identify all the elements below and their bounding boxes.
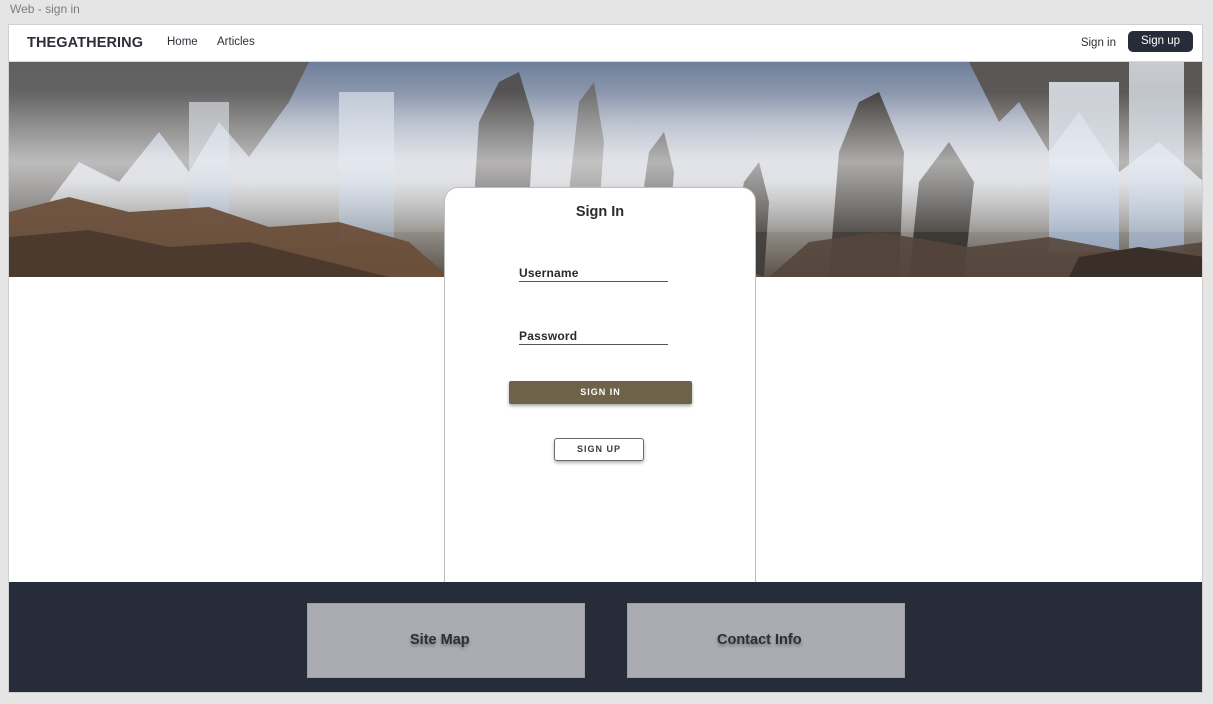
- sign-in-button[interactable]: SIGN IN: [509, 381, 692, 404]
- sign-up-button[interactable]: SIGN UP: [554, 438, 644, 461]
- footer-contact-info-label: Contact Info: [717, 632, 802, 648]
- nav-sign-in-link[interactable]: Sign in: [1081, 37, 1116, 49]
- page-footer: Site Map Contact Info: [9, 582, 1202, 692]
- username-field[interactable]: Username: [519, 264, 668, 282]
- footer-site-map-label: Site Map: [410, 632, 470, 648]
- top-navbar: THEGATHERING Home Articles Sign in Sign …: [9, 25, 1202, 62]
- sign-in-card: Sign In Username Password SIGN IN SIGN U…: [444, 187, 756, 587]
- artboard-label: Web - sign in: [10, 2, 80, 16]
- brand-logo-text[interactable]: THEGATHERING: [27, 35, 143, 51]
- nav-link-home[interactable]: Home: [167, 36, 198, 48]
- nav-sign-up-button[interactable]: Sign up: [1128, 31, 1193, 52]
- footer-contact-info-box[interactable]: Contact Info: [627, 603, 905, 678]
- password-field[interactable]: Password: [519, 327, 668, 345]
- nav-link-articles[interactable]: Articles: [217, 36, 255, 48]
- password-label: Password: [519, 329, 578, 343]
- username-label: Username: [519, 266, 579, 280]
- page-artboard: THEGATHERING Home Articles Sign in Sign …: [8, 24, 1203, 693]
- footer-site-map-box[interactable]: Site Map: [307, 603, 585, 678]
- sign-in-title: Sign In: [575, 204, 625, 220]
